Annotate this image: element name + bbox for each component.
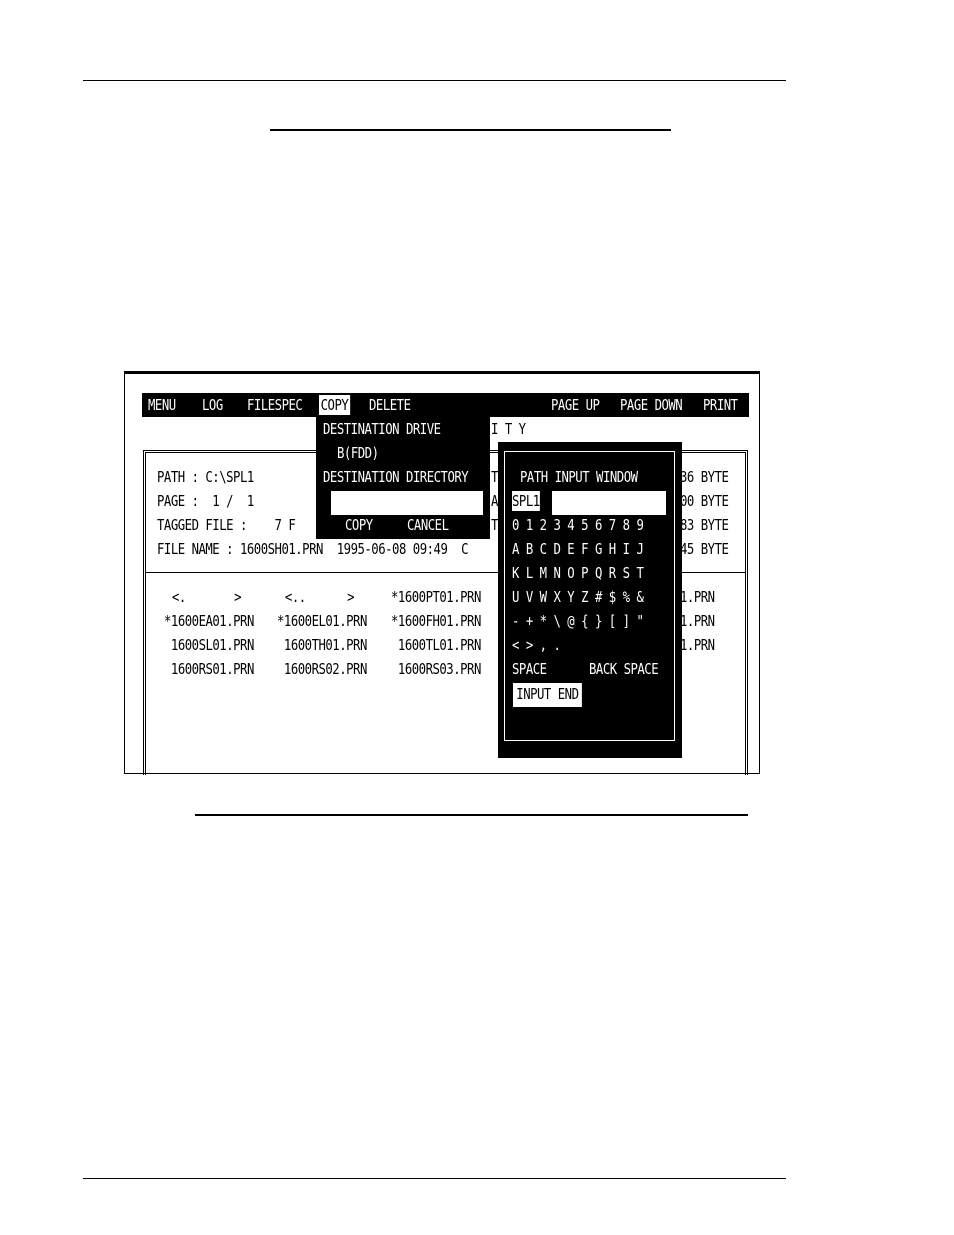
char-row-symbols[interactable]: - + * \ @ { } [ ] " — [512, 611, 644, 631]
menu-item-menu[interactable]: MENU — [148, 395, 176, 415]
list-item-file[interactable]: 1600RS01.PRN — [164, 659, 254, 679]
list-item-file[interactable]: 1.PRN — [680, 611, 715, 631]
file-name-label: FILE NAME : 1600SH01.PRN 1995-06-08 09:4… — [157, 540, 469, 558]
path-input-window-title: PATH INPUT WINDOW — [520, 468, 638, 486]
title-underline — [270, 129, 671, 131]
size-value-2: 00 BYTE — [680, 492, 729, 510]
size-value-1: 36 BYTE — [680, 468, 729, 486]
header-rule — [83, 80, 786, 81]
list-item-root-dir[interactable]: <.. > — [278, 587, 361, 607]
space-key[interactable]: SPACE — [512, 659, 547, 679]
page-label: PAGE : 1 / 1 — [157, 492, 254, 510]
tagged-file-label: TAGGED FILE : 7 F — [157, 516, 296, 534]
path-current-value[interactable]: SPL1 — [512, 491, 540, 511]
size-value-3: 83 BYTE — [680, 516, 729, 534]
list-item-file[interactable]: 1.PRN — [680, 587, 715, 607]
cancel-button[interactable]: CANCEL — [407, 515, 449, 535]
column-fragment-t1: T — [491, 468, 498, 486]
destination-drive-label: DESTINATION DRIVE — [323, 420, 441, 438]
utility-label-fragment: I T Y — [491, 420, 526, 438]
char-row-u-amp[interactable]: U V W X Y Z # $ % & — [512, 587, 644, 607]
list-item-file[interactable]: *1600PT01.PRN — [391, 587, 481, 607]
list-item-file[interactable]: *1600EA01.PRN — [164, 611, 254, 631]
backspace-key[interactable]: BACK SPACE — [589, 659, 659, 679]
footer-rule — [83, 1178, 786, 1179]
destination-directory-label: DESTINATION DIRECTORY — [323, 468, 469, 486]
path-input-field[interactable] — [552, 491, 666, 515]
char-row-digits[interactable]: 0 1 2 3 4 5 6 7 8 9 — [512, 515, 644, 535]
menu-item-delete[interactable]: DELETE — [369, 395, 411, 415]
size-value-4: 45 BYTE — [680, 540, 729, 558]
menu-item-log[interactable]: LOG — [202, 395, 223, 415]
char-row-k-t[interactable]: K L M N O P Q R S T — [512, 563, 644, 583]
path-label: PATH : C:\SPL1 — [157, 468, 254, 486]
list-item-file[interactable]: 1600RS03.PRN — [391, 659, 481, 679]
menu-item-print[interactable]: PRINT — [703, 395, 738, 415]
list-item-parent-dir[interactable]: <. > — [165, 587, 248, 607]
char-row-a-j[interactable]: A B C D E F G H I J — [512, 539, 644, 559]
menu-item-copy[interactable]: COPY — [319, 395, 350, 415]
list-item-file[interactable]: 1600TH01.PRN — [277, 635, 367, 655]
input-end-button[interactable]: INPUT END — [513, 683, 582, 707]
char-row-brackets[interactable]: < > , . — [512, 635, 561, 655]
copy-button[interactable]: COPY — [345, 515, 373, 535]
terminal-screenshot: MENU LOG FILESPEC COPY DELETE PAGE UP PA… — [124, 371, 760, 775]
list-item-file[interactable]: 1600TL01.PRN — [391, 635, 481, 655]
destination-directory-input[interactable] — [331, 491, 483, 515]
menu-item-page-down[interactable]: PAGE DOWN — [620, 395, 683, 415]
caption-underline — [195, 814, 748, 816]
destination-drive-value[interactable]: B(FDD) — [337, 443, 379, 463]
list-item-file[interactable]: 1.PRN — [680, 635, 715, 655]
list-item-file[interactable]: *1600EL01.PRN — [277, 611, 367, 631]
list-item-file[interactable]: 1600SL01.PRN — [164, 635, 254, 655]
menu-item-filespec[interactable]: FILESPEC — [247, 395, 303, 415]
column-fragment-a: A — [491, 492, 498, 510]
list-item-file[interactable]: *1600FH01.PRN — [391, 611, 481, 631]
list-item-file[interactable]: 1600RS02.PRN — [277, 659, 367, 679]
menu-item-page-up[interactable]: PAGE UP — [551, 395, 600, 415]
column-fragment-t2: T — [491, 516, 498, 534]
